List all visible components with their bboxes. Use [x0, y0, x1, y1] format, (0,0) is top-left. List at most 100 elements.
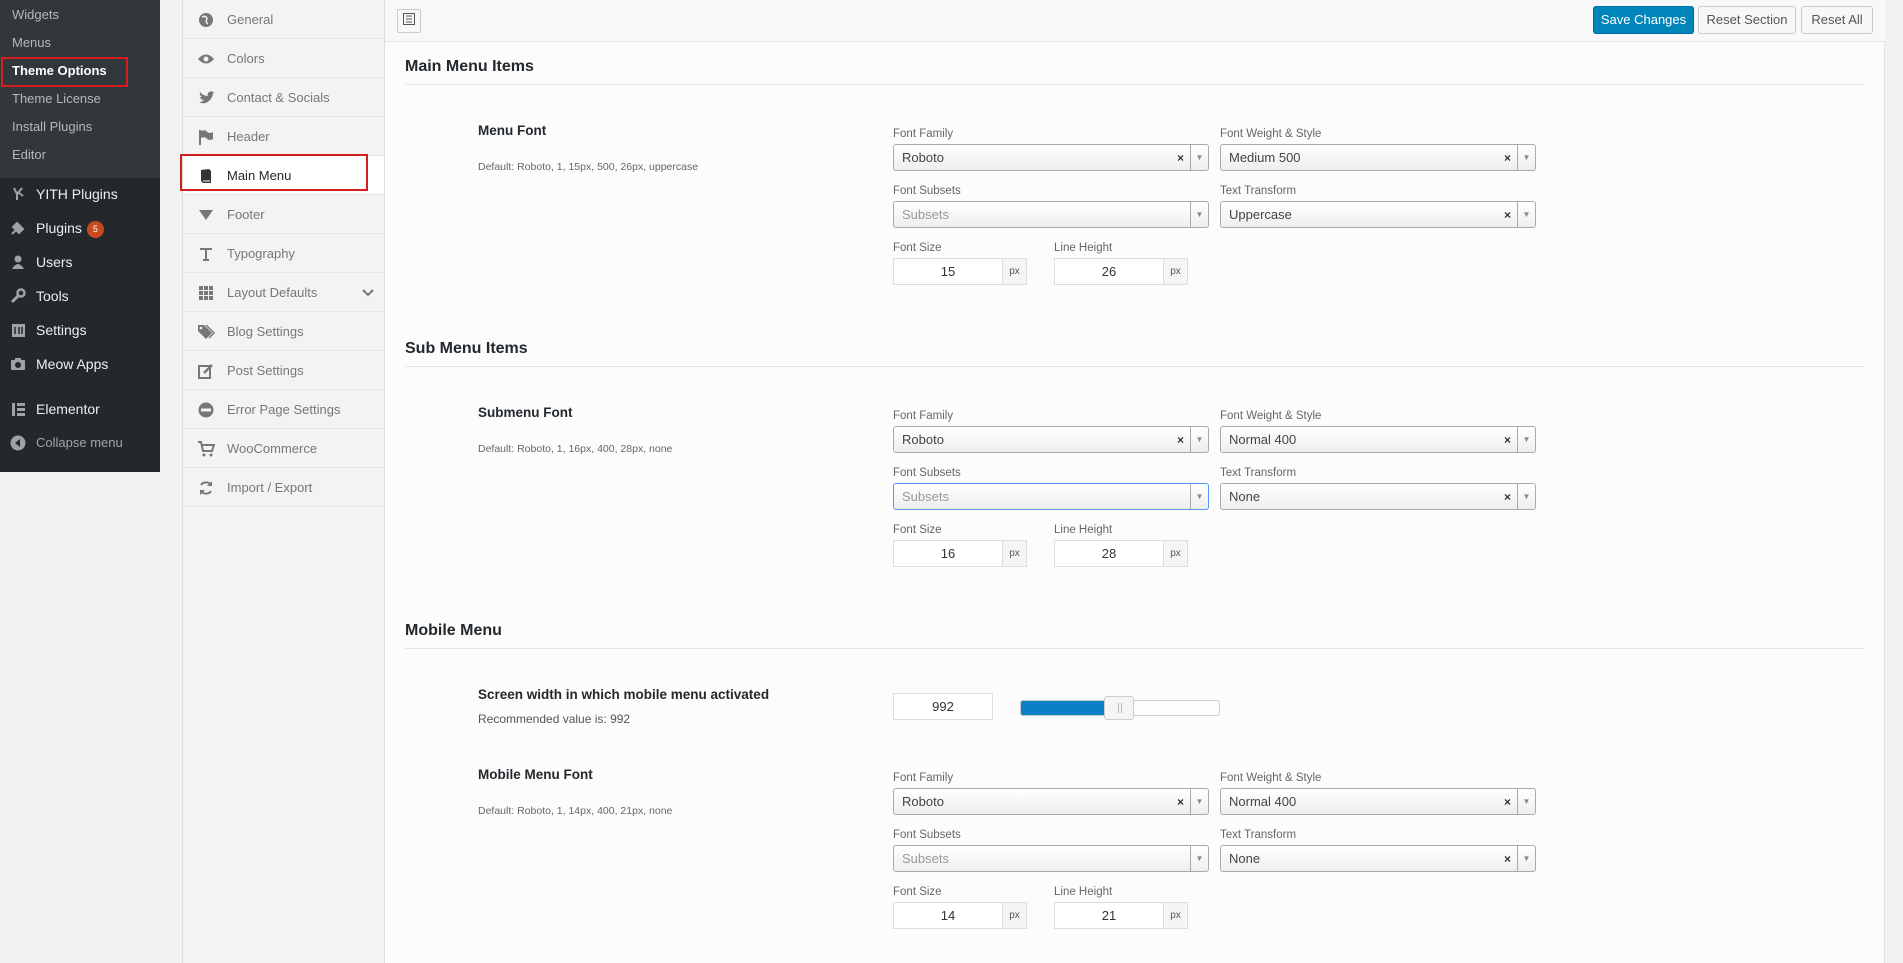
- clear-icon[interactable]: ×: [1504, 852, 1511, 866]
- screen-width-slider[interactable]: [1020, 696, 1220, 720]
- submenu-widgets[interactable]: Widgets: [12, 5, 59, 25]
- text-transform-select[interactable]: Uppercase × ▼: [1220, 201, 1536, 228]
- expand-options-button[interactable]: [397, 9, 421, 33]
- opt-typography[interactable]: Typography: [183, 234, 384, 273]
- font-family-select[interactable]: Roboto × ▼: [893, 788, 1209, 815]
- text-transform-select[interactable]: None × ▼: [1220, 483, 1536, 510]
- opt-contact-socials[interactable]: Contact & Socials: [183, 78, 384, 117]
- clear-icon[interactable]: ×: [1177, 151, 1184, 165]
- opt-general[interactable]: General: [183, 0, 384, 39]
- font-size-label: Font Size: [893, 886, 942, 898]
- input-value: 15: [940, 264, 956, 279]
- yith-icon: [10, 186, 26, 202]
- line-height-input[interactable]: 28 px: [1054, 540, 1188, 567]
- options-content: Save Changes Reset Section Reset All Mai…: [385, 0, 1885, 963]
- font-size-input[interactable]: 14 px: [893, 902, 1027, 929]
- chevron-down-icon[interactable]: ▼: [1190, 484, 1208, 509]
- slider-handle[interactable]: [1104, 696, 1134, 720]
- font-size-input[interactable]: 16 px: [893, 540, 1027, 567]
- submenu-menus[interactable]: Menus: [12, 33, 51, 53]
- section-divider: [405, 366, 1865, 367]
- section-divider: [405, 648, 1865, 649]
- opt-woocommerce[interactable]: WooCommerce: [183, 429, 384, 468]
- clear-icon[interactable]: ×: [1504, 433, 1511, 447]
- font-subsets-select[interactable]: Subsets ▼: [893, 201, 1209, 228]
- unit-label: px: [1002, 541, 1026, 566]
- opt-colors[interactable]: Colors: [183, 39, 384, 78]
- chevron-down-icon[interactable]: ▼: [1190, 846, 1208, 871]
- opt-label: Colors: [227, 51, 265, 66]
- font-weight-select[interactable]: Medium 500 × ▼: [1220, 144, 1536, 171]
- opt-label: Typography: [227, 246, 295, 261]
- menu-users[interactable]: Users: [0, 245, 160, 279]
- chevron-down-icon[interactable]: ▼: [1517, 427, 1535, 452]
- menu-tools[interactable]: Tools: [0, 279, 160, 313]
- text-transform-select[interactable]: None × ▼: [1220, 845, 1536, 872]
- input-value: 14: [940, 908, 956, 923]
- opt-label: Error Page Settings: [227, 402, 341, 417]
- clear-icon[interactable]: ×: [1504, 795, 1511, 809]
- font-weight-select[interactable]: Normal 400 × ▼: [1220, 788, 1536, 815]
- unit-label: px: [1163, 903, 1187, 928]
- clear-icon[interactable]: ×: [1504, 151, 1511, 165]
- opt-layout-defaults[interactable]: Layout Defaults: [183, 273, 384, 312]
- font-subsets-select[interactable]: Subsets ▼: [893, 845, 1209, 872]
- chevron-down-icon[interactable]: ▼: [1190, 789, 1208, 814]
- refresh-icon: [197, 479, 215, 497]
- clear-icon[interactable]: ×: [1504, 208, 1511, 222]
- chevron-down-icon[interactable]: ▼: [1517, 484, 1535, 509]
- screen-width-input[interactable]: 992: [893, 693, 993, 720]
- submenu-editor[interactable]: Editor: [12, 145, 46, 165]
- opt-footer[interactable]: Footer: [183, 195, 384, 234]
- font-size-input[interactable]: 15 px: [893, 258, 1027, 285]
- select-placeholder: Subsets: [902, 207, 949, 222]
- menu-elementor[interactable]: Elementor: [0, 392, 160, 426]
- line-height-input[interactable]: 21 px: [1054, 902, 1188, 929]
- menu-label: YITH Plugins: [36, 186, 118, 202]
- menu-plugins[interactable]: Plugins 5: [0, 211, 160, 245]
- submenu-install-plugins[interactable]: Install Plugins: [12, 117, 92, 137]
- font-weight-select[interactable]: Normal 400 × ▼: [1220, 426, 1536, 453]
- font-size-label: Font Size: [893, 524, 942, 536]
- chevron-down-icon[interactable]: ▼: [1517, 202, 1535, 227]
- select-value: Roboto: [902, 150, 944, 165]
- collapse-menu-button[interactable]: Collapse menu: [0, 426, 160, 460]
- field-description: Default: Roboto, 1, 16px, 400, 28px, non…: [478, 443, 673, 455]
- menu-meow-apps[interactable]: Meow Apps: [0, 347, 160, 381]
- reset-section-button[interactable]: Reset Section: [1698, 6, 1796, 34]
- plugin-icon: [10, 220, 26, 236]
- clear-icon[interactable]: ×: [1177, 795, 1184, 809]
- menu-yith-plugins[interactable]: YITH Plugins: [0, 177, 160, 211]
- field-title: Mobile Menu Font: [478, 767, 593, 782]
- opt-blog-settings[interactable]: Blog Settings: [183, 312, 384, 351]
- chevron-down-icon[interactable]: ▼: [1190, 145, 1208, 170]
- opt-post-settings[interactable]: Post Settings: [183, 351, 384, 390]
- font-family-select[interactable]: Roboto × ▼: [893, 426, 1209, 453]
- chevron-down-icon[interactable]: ▼: [1517, 145, 1535, 170]
- opt-header[interactable]: Header: [183, 117, 384, 156]
- text-transform-label: Text Transform: [1220, 467, 1297, 479]
- select-value: Roboto: [902, 432, 944, 447]
- menu-settings[interactable]: Settings: [0, 313, 160, 347]
- chevron-down-icon[interactable]: [362, 285, 374, 303]
- field-description: Recommended value is: 992: [478, 712, 631, 726]
- clear-icon[interactable]: ×: [1177, 433, 1184, 447]
- chevron-down-icon[interactable]: ▼: [1517, 789, 1535, 814]
- save-changes-button[interactable]: Save Changes: [1593, 6, 1694, 34]
- admin-sidebar: Widgets Menus Theme Options Theme Licens…: [0, 0, 160, 472]
- font-family-select[interactable]: Roboto × ▼: [893, 144, 1209, 171]
- flag-icon: [197, 128, 215, 146]
- opt-import-export[interactable]: Import / Export: [183, 468, 384, 507]
- chevron-down-icon[interactable]: ▼: [1517, 846, 1535, 871]
- chevron-down-icon[interactable]: ▼: [1190, 202, 1208, 227]
- font-subsets-select[interactable]: Subsets ▼: [893, 483, 1209, 510]
- reset-all-button[interactable]: Reset All: [1801, 6, 1873, 34]
- line-height-input[interactable]: 26 px: [1054, 258, 1188, 285]
- opt-label: Header: [227, 129, 270, 144]
- highlight-main-menu: [180, 154, 368, 191]
- font-weight-label: Font Weight & Style: [1220, 772, 1322, 784]
- chevron-down-icon[interactable]: ▼: [1190, 427, 1208, 452]
- submenu-theme-license[interactable]: Theme License: [12, 89, 101, 109]
- clear-icon[interactable]: ×: [1504, 490, 1511, 504]
- opt-error-page-settings[interactable]: Error Page Settings: [183, 390, 384, 429]
